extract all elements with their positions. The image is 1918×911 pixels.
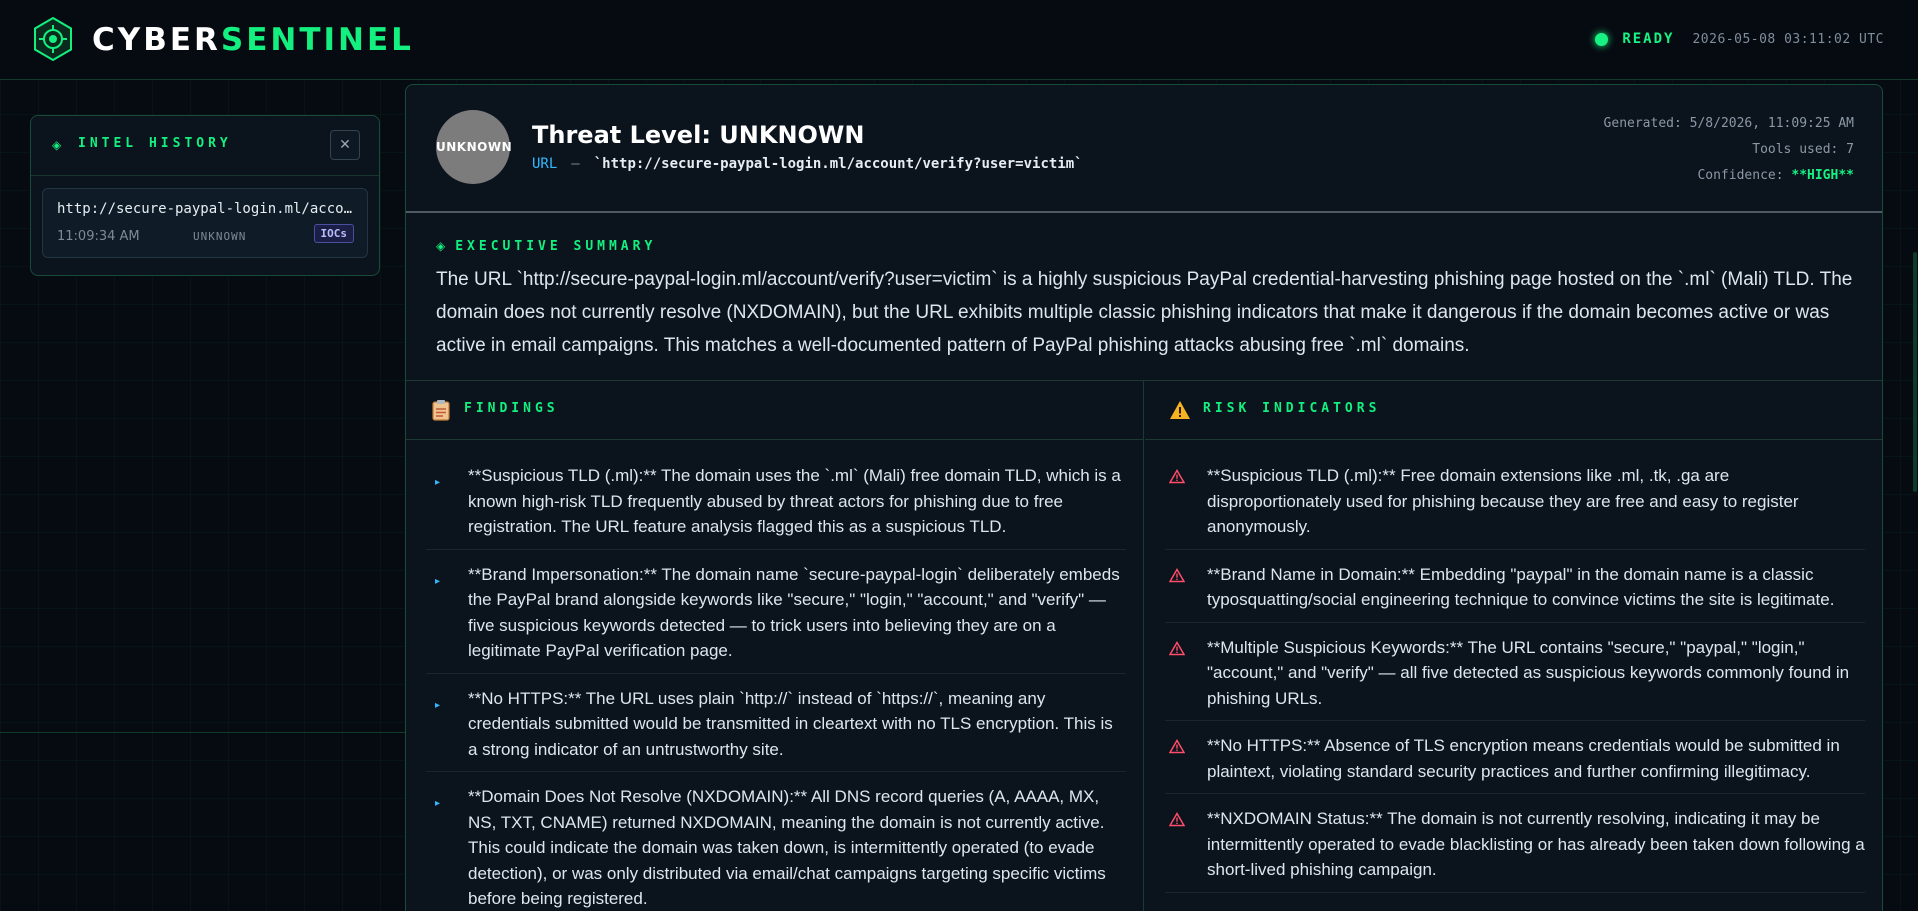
close-history-button[interactable]: ✕ [330,130,360,160]
confidence-label: Confidence: [1697,168,1792,183]
threat-level-title: Threat Level: UNKNOWN [532,121,865,149]
intel-history-panel: ◈ INTEL HISTORY ✕ http://secure-paypal-l… [30,115,380,276]
brand-name: CYBERSENTINEL [92,20,414,60]
risk-indicators-title: RISK INDICATORS [1203,401,1381,416]
history-item-iocs-badge[interactable]: IOCs [313,224,354,243]
history-item[interactable]: http://secure-paypal-login.ml/account/ve… [42,188,368,258]
report-meta: Generated: 5/8/2026, 11:09:25 AM Tools u… [1604,111,1854,189]
warning-icon [1170,401,1190,419]
target-url: URL — `http://secure-paypal-login.ml/accou… [532,156,1083,172]
risk-text: **Suspicious TLD (.ml):** Free domain ex… [1207,466,1799,536]
diamond-icon: ◈ [436,239,446,253]
risk-item: **Multiple Suspicious Keywords:** The UR… [1165,623,1865,721]
top-bar: CYBERSENTINEL READY 2026-05-08 03:11:02 … [0,0,1918,80]
bullet-arrow-icon: ▸ [435,798,441,809]
close-icon: ✕ [339,137,351,153]
report-header: UNKNOWN Threat Level: UNKNOWN URL — `http:… [406,85,1882,213]
divider [0,732,405,733]
executive-summary-text: The URL `http://secure-paypal-login.ml/a… [436,269,1853,356]
scrollbar[interactable] [1913,252,1917,492]
status-timestamp: 2026-05-08 03:11:02 UTC [1692,31,1884,47]
findings-header: FINDINGS [406,381,1143,440]
diamond-icon: ◈ [52,138,62,152]
bullet-arrow-icon: ▸ [435,699,441,711]
risk-item: **Brand Name in Domain:** Embedding "pay… [1165,550,1865,623]
risk-item: **No HTTPS:** Absence of TLS encryption … [1165,721,1865,794]
confidence-value: **HIGH** [1791,168,1854,183]
alert-triangle-icon [1169,739,1185,754]
finding-text: **Brand Impersonation:** The domain name… [468,564,1120,661]
finding-text: **No HTTPS:** The URL uses plain `http:/… [468,688,1113,759]
intel-history-header: ◈ INTEL HISTORY ✕ [31,116,379,176]
status-label: READY [1622,31,1675,47]
risk-text: **Multiple Suspicious Keywords:** The UR… [1207,637,1850,708]
finding-text: **Domain Does Not Resolve (NXDOMAIN):** … [468,787,1106,908]
clipboard-icon [432,400,450,421]
intel-history-title: INTEL HISTORY [78,136,232,151]
findings-list: ▸ **Suspicious TLD (.ml):** The domain us… [426,451,1126,911]
generated-time: Generated: 5/8/2026, 11:09:25 AM [1603,116,1854,131]
url-value: `http://secure-paypal-login.ml/account/v… [593,156,1083,172]
brand-part-2: SENTINEL [220,22,414,58]
finding-item: ▸ **Domain Does Not Resolve (NXDOMAIN):**… [426,772,1126,911]
findings-title: FINDINGS [464,401,559,416]
system-status: READY 2026-05-08 03:11:02 UTC [1595,29,1884,49]
tools-used: Tools used: 7 [1752,142,1854,157]
risk-text: **Brand Name in Domain:** Embedding "pay… [1207,564,1835,610]
risk-text: **NXDOMAIN Status:** The domain is not c… [1207,809,1865,879]
risk-text: **No HTTPS:** Absence of TLS encryption … [1207,736,1840,781]
finding-text: **Suspicious TLD (.ml):** The domain use… [468,466,1121,536]
url-label: URL [532,156,558,172]
risk-indicators-header: RISK INDICATORS [1145,381,1882,440]
alert-triangle-icon [1169,640,1185,655]
history-item-level: UNKNOWN [193,230,247,243]
alert-triangle-icon [1169,567,1185,582]
url-separator: — [571,156,580,172]
brand-part-1: CYBER [92,22,221,58]
status-dot-icon [1595,32,1609,46]
alert-triangle-icon [1169,812,1185,827]
sentinel-logo-icon [34,16,72,62]
threat-level-badge: UNKNOWN [436,110,512,184]
bullet-arrow-icon: ▸ [435,477,441,488]
executive-summary-title: EXECUTIVE SUMMARY [455,239,657,254]
executive-summary: ◈ EXECUTIVE SUMMARY The URL `http://secur… [406,215,1882,381]
risk-indicators-list: **Suspicious TLD (.ml):** Free domain ex… [1165,451,1865,893]
confidence: Confidence: **HIGH** [1604,163,1854,189]
finding-item: ▸ **Suspicious TLD (.ml):** The domain us… [426,451,1126,550]
threat-report: UNKNOWN Threat Level: UNKNOWN URL — `http:… [405,84,1883,911]
risk-item: **Suspicious TLD (.ml):** Free domain ex… [1165,451,1865,550]
history-item-url: http://secure-paypal-login.ml/account/ve… [57,201,355,217]
risk-item: **NXDOMAIN Status:** The domain is not c… [1165,794,1865,893]
risk-indicators-section: RISK INDICATORS **Suspicious TLD (.ml):*… [1145,381,1882,911]
executive-summary-header: ◈ EXECUTIVE SUMMARY [436,235,656,254]
alert-triangle-icon [1169,469,1185,484]
finding-item: ▸ **Brand Impersonation:** The domain nam… [426,550,1126,674]
finding-item: ▸ **No HTTPS:** The URL uses plain `http:… [426,674,1126,772]
findings-section: FINDINGS ▸ **Suspicious TLD (.ml):** The … [406,381,1144,911]
history-item-time: 11:09:34 AM [57,229,140,244]
bullet-arrow-icon: ▸ [435,575,441,587]
